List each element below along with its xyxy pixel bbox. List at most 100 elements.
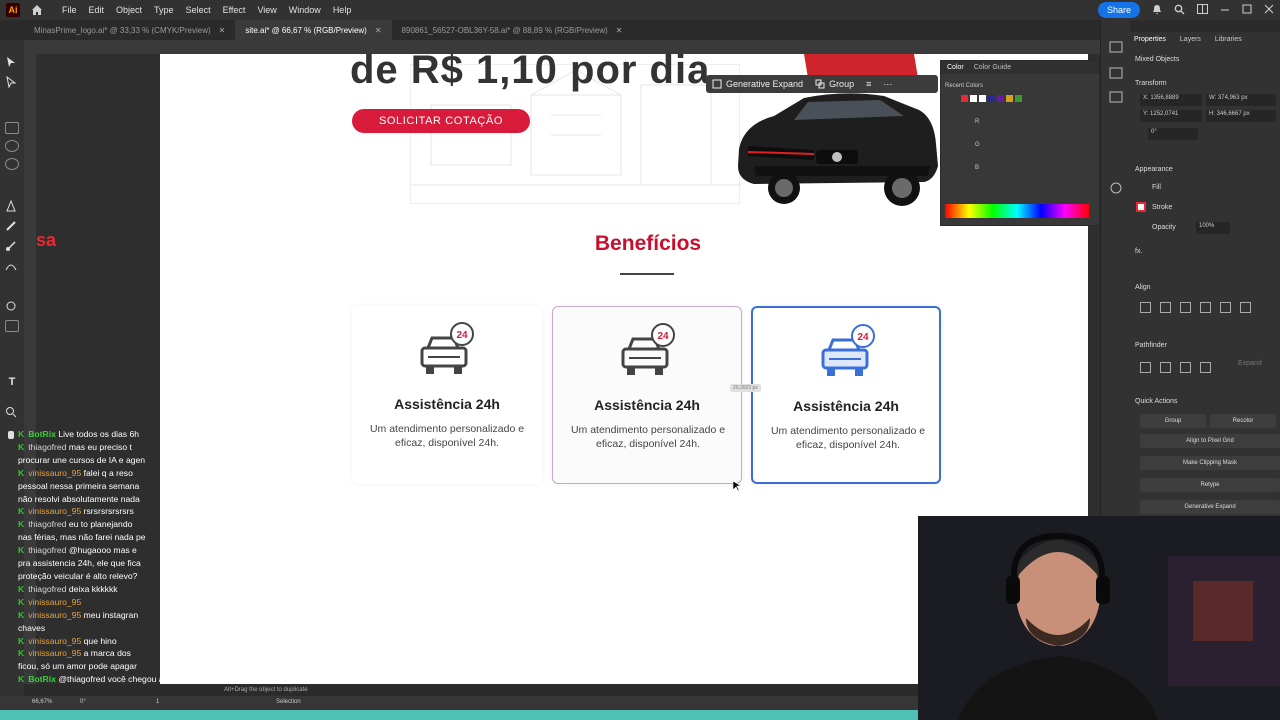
- chat-username: vinissauro_95: [28, 635, 82, 646]
- recolor-button[interactable]: Recolor: [1210, 414, 1276, 428]
- horizontal-ruler[interactable]: [24, 40, 1100, 54]
- color-panel-tabs: Color Color Guide: [941, 61, 1099, 74]
- recent-colors-label: Recent Colors: [945, 83, 984, 89]
- retype-button[interactable]: Retype: [1140, 478, 1280, 492]
- x-field[interactable]: X: 1356,8889: [1140, 94, 1202, 106]
- make-clipping-mask-button[interactable]: Make Clipping Mask: [1140, 456, 1280, 470]
- menu-window[interactable]: Window: [283, 5, 327, 15]
- unite-icon[interactable]: [1140, 362, 1151, 373]
- tab-890861[interactable]: 890861_56527-OBL36Y-58.ai* @ 88,89 % (RG…: [392, 20, 633, 40]
- fx-label[interactable]: fx.: [1135, 248, 1142, 255]
- close-tab-icon[interactable]: ✕: [219, 26, 226, 35]
- chat-text: eu to planejando: [68, 519, 133, 530]
- tab-color-guide[interactable]: Color Guide: [974, 64, 1011, 71]
- benefit-card[interactable]: 24 Assistência 24h Um atendimento person…: [352, 306, 542, 484]
- scale-tool-icon[interactable]: [5, 320, 19, 332]
- chat-username: thiagofred: [28, 583, 67, 594]
- y-field[interactable]: Y: 1252,0741: [1140, 110, 1202, 122]
- zoom-level[interactable]: 66,67%: [32, 699, 52, 705]
- polygon-tool-icon[interactable]: [5, 158, 19, 170]
- minimize-icon[interactable]: [1220, 4, 1230, 16]
- menu-help[interactable]: Help: [327, 5, 358, 15]
- menu-view[interactable]: View: [251, 5, 282, 15]
- taskbar-strip: [0, 710, 918, 720]
- opacity-field[interactable]: 100%: [1196, 222, 1230, 234]
- shaper-tool-icon[interactable]: [5, 260, 19, 272]
- align-center-icon[interactable]: [1160, 302, 1171, 313]
- expand-button[interactable]: Expand: [1238, 360, 1262, 367]
- angle-field[interactable]: 0°: [1148, 128, 1198, 140]
- tab-minasprime[interactable]: MinasPrime_logo.ai* @ 33,33 % (CMYK/Prev…: [0, 20, 235, 40]
- menu-object[interactable]: Object: [110, 5, 148, 15]
- align-top-icon[interactable]: [1200, 302, 1211, 313]
- type-tool-icon[interactable]: T: [5, 376, 19, 388]
- menu-effect[interactable]: Effect: [217, 5, 252, 15]
- rotate-tool-icon[interactable]: [5, 300, 19, 312]
- home-icon[interactable]: [30, 3, 44, 17]
- color-spectrum[interactable]: [945, 204, 1089, 218]
- stroke-swatch[interactable]: [1136, 202, 1146, 212]
- recent-colors-swatches[interactable]: [961, 95, 1022, 102]
- search-icon[interactable]: [1174, 4, 1185, 17]
- generative-expand-button[interactable]: Generative Expand: [706, 79, 809, 89]
- align-right-icon[interactable]: [1180, 302, 1191, 313]
- align-bottom-icon[interactable]: [1240, 302, 1251, 313]
- direct-selection-tool-icon[interactable]: [5, 75, 19, 89]
- tab-libraries[interactable]: Libraries: [1215, 36, 1242, 43]
- tab-color[interactable]: Color: [947, 64, 964, 71]
- chat-message: Kvinissauro_95: [18, 596, 318, 609]
- w-field[interactable]: W: 374,963 px: [1206, 94, 1276, 106]
- tab-site[interactable]: site.ai* @ 66,67 % (RGB/Preview) ✕: [235, 20, 392, 40]
- pen-tool-icon[interactable]: [5, 199, 19, 212]
- appearance-heading: Appearance: [1135, 166, 1173, 173]
- menu-edit[interactable]: Edit: [83, 5, 111, 15]
- tab-layers[interactable]: Layers: [1180, 36, 1201, 43]
- minus-front-icon[interactable]: [1160, 362, 1171, 373]
- align-buttons[interactable]: [1140, 302, 1251, 313]
- close-tab-icon[interactable]: ✕: [375, 26, 382, 35]
- menu-select[interactable]: Select: [180, 5, 217, 15]
- transform-heading: Transform: [1135, 80, 1167, 87]
- align-middle-icon[interactable]: [1220, 302, 1231, 313]
- rotation-value[interactable]: 0°: [80, 699, 86, 705]
- y-value: 1252,0741: [1150, 111, 1179, 117]
- maximize-icon[interactable]: [1242, 4, 1252, 16]
- align-left-icon[interactable]: [1140, 302, 1151, 313]
- group-button[interactable]: Group: [809, 79, 860, 89]
- pencil-tool-icon[interactable]: [5, 220, 19, 232]
- arrange-icon[interactable]: [1197, 4, 1208, 16]
- align-pixel-grid-button[interactable]: Align to Pixel Grid: [1140, 434, 1280, 448]
- more-options-icon[interactable]: ⋯: [877, 79, 898, 90]
- quick-group-button[interactable]: Group: [1140, 414, 1206, 428]
- close-window-icon[interactable]: [1264, 4, 1274, 16]
- intersect-icon[interactable]: [1180, 362, 1191, 373]
- kick-badge-icon: K: [18, 519, 25, 530]
- tab-properties[interactable]: Properties: [1134, 36, 1166, 43]
- pathfinder-buttons[interactable]: [1140, 362, 1211, 373]
- chat-message: proteção veicular é alto relevo?: [18, 570, 318, 583]
- benefit-card[interactable]: 24 Assistência 24h Um atendimento person…: [552, 306, 742, 484]
- zoom-tool-icon[interactable]: [5, 406, 19, 418]
- h-value: 346,6667 px: [1216, 111, 1250, 117]
- hand-tool-icon[interactable]: [5, 428, 19, 440]
- solicitar-cotacao-button[interactable]: SOLICITAR COTAÇÃO: [352, 109, 530, 133]
- title-underline: [620, 273, 674, 275]
- chat-username: BotRix: [28, 674, 56, 685]
- artboard-number[interactable]: 1: [156, 699, 159, 705]
- share-button[interactable]: Share: [1097, 2, 1140, 18]
- exclude-icon[interactable]: [1200, 362, 1211, 373]
- rectangle-tool-icon[interactable]: [5, 122, 19, 134]
- align-icon[interactable]: ≡: [860, 79, 877, 89]
- bell-icon[interactable]: [1152, 4, 1162, 17]
- selection-tool-icon[interactable]: [5, 56, 19, 68]
- menu-file[interactable]: File: [56, 5, 83, 15]
- car-assistance-icon: 24: [416, 322, 478, 382]
- h-field[interactable]: H: 346,6667 px: [1206, 110, 1276, 122]
- chat-text: meu instagran: [83, 609, 139, 620]
- brush-tool-icon[interactable]: [5, 240, 19, 252]
- generative-expand-panel-button[interactable]: Generative Expand: [1140, 500, 1280, 514]
- close-tab-icon[interactable]: ✕: [616, 26, 623, 35]
- ellipse-tool-icon[interactable]: [5, 140, 19, 152]
- benefit-card-selected[interactable]: 24 Assistência 24h Um atendimento person…: [751, 306, 941, 484]
- menu-type[interactable]: Type: [148, 5, 180, 15]
